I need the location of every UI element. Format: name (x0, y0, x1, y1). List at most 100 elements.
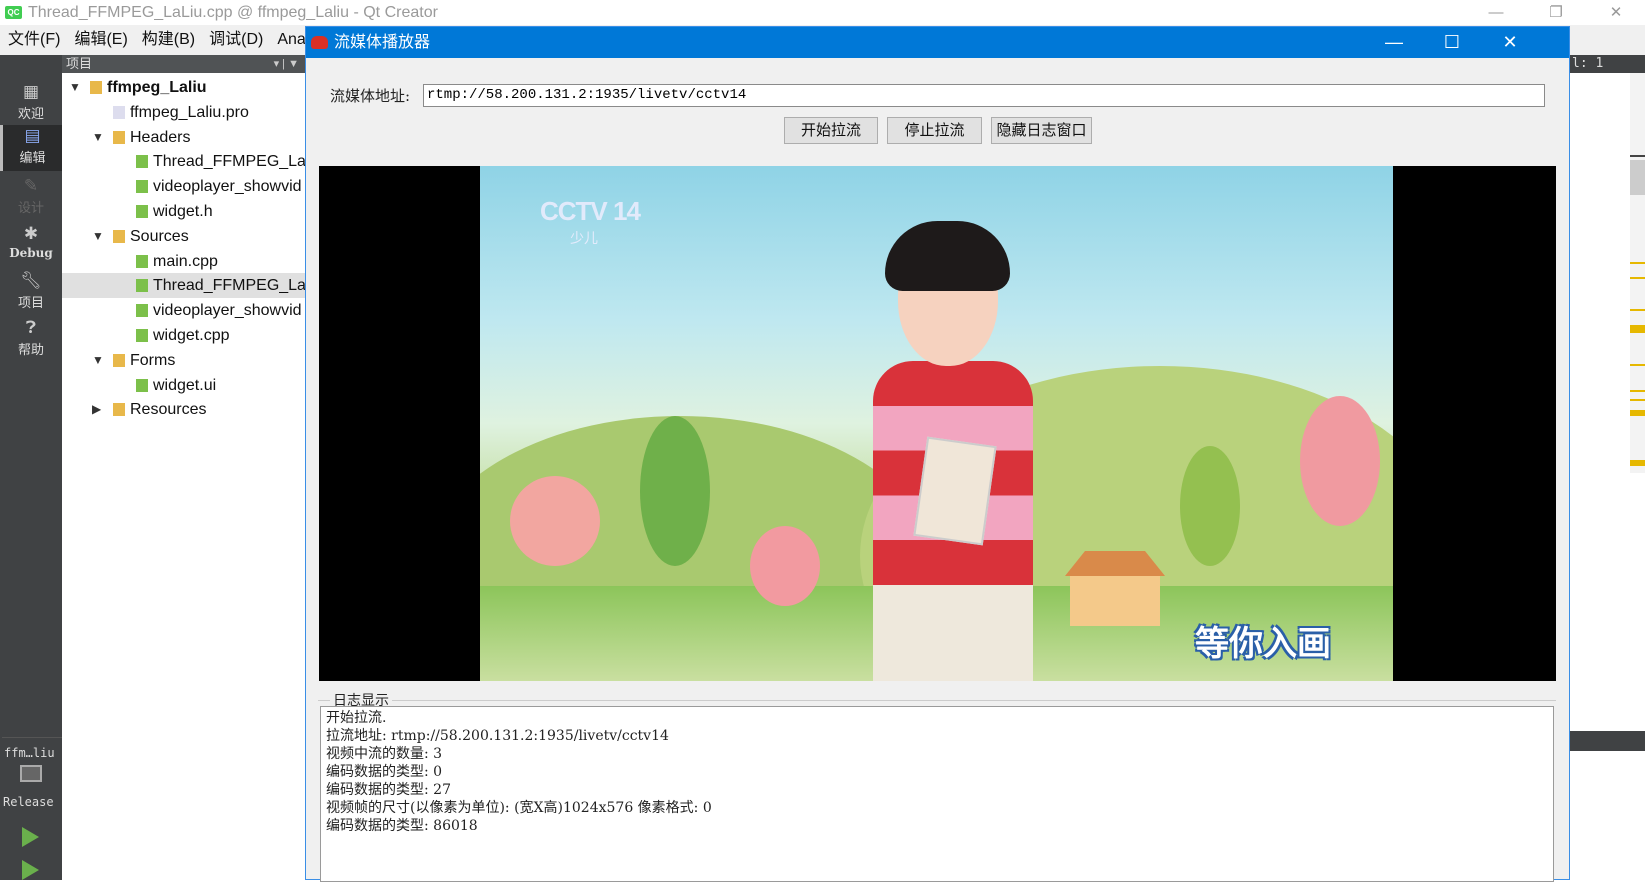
tree-item[interactable]: Thread_FFMPEG_LaL (62, 273, 305, 299)
tree-item-label: Headers (130, 128, 191, 146)
file-icon (136, 378, 148, 392)
menu-debug[interactable]: 调试(D) (209, 31, 263, 48)
debug-run-icon[interactable] (22, 860, 39, 880)
tree-item-label: ffmpeg_Laliu (107, 79, 207, 96)
mode-sidebar: ▦ 欢迎 ▤ 编辑 ✎ 设计 ✱ Debug 🔧︎ 项目 ❓︎ 帮助 ffm…liu Rel… (0, 55, 62, 880)
stream-player-dialog: 流媒体播放器 — ☐ ✕ 流媒体地址: rtmp://58.200.131.2:… (305, 26, 1570, 882)
dialog-maximize-button[interactable]: ☐ (1423, 27, 1481, 58)
menu-file[interactable]: 文件(F) (8, 31, 60, 48)
folder-icon (90, 81, 102, 94)
app-icon (311, 36, 328, 49)
tree-item[interactable]: widget.ui (62, 373, 305, 398)
grid-icon: ▦ (22, 82, 40, 101)
folder-icon (113, 130, 125, 144)
qt-logo-icon: QC (5, 6, 22, 19)
restore-button[interactable]: ❐ (1533, 0, 1579, 25)
tree-item[interactable]: videoplayer_showvid (62, 298, 305, 323)
tree-item[interactable]: Thread_FFMPEG_LaL (62, 149, 305, 174)
document-icon: ▤ (24, 126, 41, 145)
run-icon[interactable] (22, 827, 39, 847)
tree-item-label: Sources (130, 227, 189, 245)
mode-projects[interactable]: 🔧︎ 项目 (0, 270, 62, 316)
file-icon (136, 155, 148, 169)
menu-build[interactable]: 构建(B) (142, 31, 195, 48)
menu-edit[interactable]: 编辑(E) (74, 31, 127, 48)
close-button[interactable]: ✕ (1593, 0, 1639, 25)
tree-item-label: videoplayer_showvid (153, 302, 302, 320)
tree-item-label: videoplayer_showvid (153, 178, 302, 196)
monitor-icon[interactable] (20, 765, 42, 782)
chevron-down-icon[interactable]: ▼ (92, 125, 104, 150)
tree-item[interactable]: widget.h (62, 199, 305, 224)
stop-pull-button[interactable]: 停止拉流 (887, 117, 982, 144)
address-input[interactable]: rtmp://58.200.131.2:1935/livetv/cctv14 (423, 84, 1545, 107)
file-icon (136, 329, 148, 342)
mode-design[interactable]: ✎ 设计 (0, 175, 62, 221)
tree-item[interactable]: ▼ ffmpeg_Laliu (62, 75, 305, 100)
mode-welcome[interactable]: ▦ 欢迎 (0, 81, 62, 127)
tree-item[interactable]: ▶ Resources (62, 397, 305, 422)
mode-edit[interactable]: ▤ 编辑 (0, 125, 62, 171)
kit-project[interactable]: ffm…liu (4, 746, 55, 760)
mode-label: 欢迎 (17, 106, 44, 121)
chevron-down-icon[interactable]: ▼ (92, 348, 104, 373)
folder-icon (113, 403, 125, 417)
help-icon: ❓︎ (25, 318, 37, 337)
file-icon (113, 105, 125, 119)
folder-icon (113, 353, 125, 367)
tree-item-label: widget.cpp (153, 327, 230, 344)
dialog-close-button[interactable]: ✕ (1481, 27, 1539, 58)
chevron-right-icon[interactable]: ▶ (92, 397, 101, 422)
chevron-down-icon[interactable]: ▼ (69, 75, 81, 100)
tree-item[interactable]: ▼ Sources (62, 224, 305, 249)
log-textarea[interactable]: 开始拉流. 拉流地址: rtmp://58.200.131.2:1935/liv… (320, 706, 1554, 882)
tree-item[interactable]: ffmpeg_Laliu.pro (62, 100, 305, 125)
hide-log-button[interactable]: 隐藏日志窗口 (991, 117, 1092, 144)
start-pull-button[interactable]: 开始拉流 (784, 117, 878, 144)
tree-item[interactable]: main.cpp (62, 249, 305, 274)
wrench-icon: 🔧︎ (20, 271, 42, 290)
tree-item[interactable]: ▼ Headers (62, 125, 305, 150)
tree-item-label: Thread_FFMPEG_LaL (153, 153, 305, 171)
tree-item-label: widget.h (153, 203, 213, 220)
tree-item[interactable]: videoplayer_showvid (62, 174, 305, 199)
log-line: 视频中流的数量: 3 (326, 746, 443, 762)
log-line: 视频帧的尺寸(以像素为单位): (宽X高)1024x576 像素格式: 0 (326, 800, 712, 816)
mode-label: Debug (9, 246, 53, 260)
mode-label: 项目 (17, 295, 44, 310)
window-title: Thread_FFMPEG_LaLiu.cpp @ ffmpeg_Laliu -… (28, 4, 438, 21)
video-frame: CCTV 14 少儿 等你入画 (480, 166, 1393, 681)
log-line: 开始拉流. (326, 710, 387, 726)
mode-debug[interactable]: ✱ Debug (0, 223, 62, 269)
mode-label: 帮助 (17, 342, 44, 357)
channel-sub: 少儿 (570, 230, 598, 246)
build-config[interactable]: Release (3, 795, 54, 809)
log-line: 编码数据的类型: 0 (326, 764, 443, 780)
bug-icon: ✱ (23, 224, 39, 243)
qt-title-bar: Thread_FFMPEG_LaLiu.cpp @ ffmpeg_Laliu -… (0, 0, 1645, 25)
tree-item-label: Resources (130, 401, 207, 419)
cursor-position: l: 1 (1570, 55, 1645, 73)
chevron-down-icon[interactable]: ▼ (92, 224, 104, 249)
log-line: 编码数据的类型: 86018 (326, 818, 478, 834)
log-line: 编码数据的类型: 27 (326, 782, 451, 798)
pencil-icon: ✎ (23, 176, 39, 195)
mode-label: 设计 (17, 200, 44, 215)
file-icon (136, 180, 148, 194)
dialog-title: 流媒体播放器 (334, 34, 431, 51)
address-label: 流媒体地址: (330, 87, 411, 105)
tree-item[interactable]: ▼ Forms (62, 348, 305, 373)
mode-label: 编辑 (19, 150, 46, 165)
mode-help[interactable]: ❓︎ 帮助 (0, 317, 62, 363)
panel-title: 项目 (66, 56, 93, 71)
tree-item-label: main.cpp (153, 252, 218, 270)
file-icon (136, 304, 148, 318)
scrollbar-thumb[interactable] (1630, 160, 1645, 195)
tree-item[interactable]: widget.cpp (62, 323, 305, 348)
minimize-button[interactable]: — (1473, 0, 1519, 25)
video-display: CCTV 14 少儿 等你入画 (319, 166, 1556, 681)
tree-item-label: widget.ui (153, 376, 217, 394)
channel-logo: CCTV 14 (540, 196, 641, 226)
dialog-minimize-button[interactable]: — (1365, 27, 1423, 58)
filter-icon[interactable]: ▾ | ▼ (274, 55, 299, 73)
